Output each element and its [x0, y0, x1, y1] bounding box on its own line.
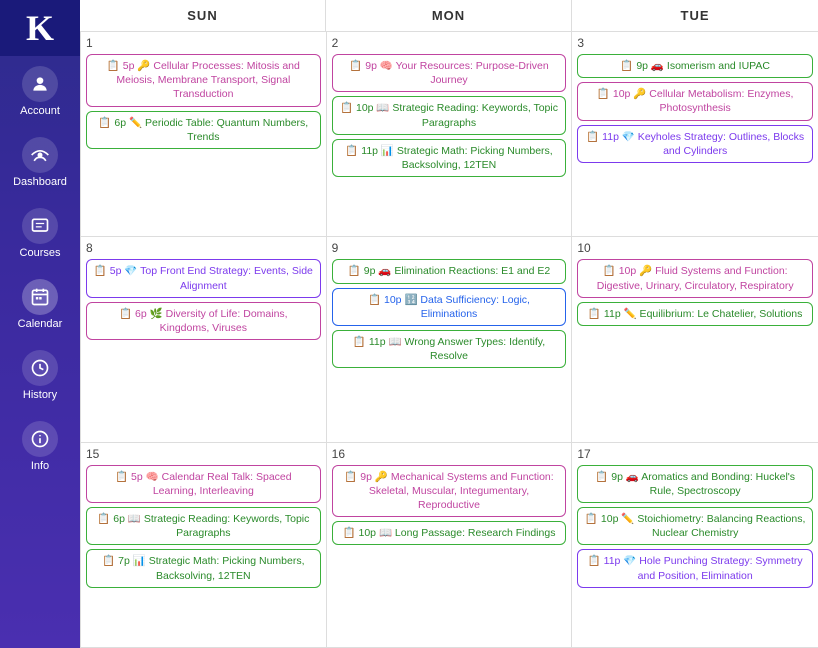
- calendar-label: Calendar: [18, 318, 63, 330]
- dashboard-icon: [22, 137, 58, 173]
- event-card-8-0[interactable]: 📋 5p 💎 Top Front End Strategy: Events, S…: [86, 259, 321, 297]
- sidebar-item-calendar[interactable]: Calendar: [0, 269, 80, 340]
- day-number-8: 8: [86, 241, 321, 255]
- calendar-header: SUN MON TUE: [80, 0, 818, 32]
- calendar-icon: [22, 279, 58, 315]
- event-card-9-2[interactable]: 📋 11p 📖 Wrong Answer Types: Identify, Re…: [332, 330, 567, 368]
- info-icon: [22, 421, 58, 457]
- event-card-2-0[interactable]: 📋 9p 🧠 Your Resources: Purpose-Driven Jo…: [332, 54, 567, 92]
- sidebar: K Account Dashboard Courses Calendar His…: [0, 0, 80, 648]
- event-card-9-1[interactable]: 📋 10p 🔢 Data Sufficiency: Logic, Elimina…: [332, 288, 567, 326]
- sidebar-item-info[interactable]: Info: [0, 411, 80, 482]
- header-sun: SUN: [80, 0, 326, 31]
- event-card-3-0[interactable]: 📋 9p 🚗 Isomerism and IUPAC: [577, 54, 813, 78]
- sidebar-item-dashboard[interactable]: Dashboard: [0, 127, 80, 198]
- event-card-8-1[interactable]: 📋 6p 🌿 Diversity of Life: Domains, Kingd…: [86, 302, 321, 340]
- event-card-15-0[interactable]: 📋 5p 🧠 Calendar Real Talk: Spaced Learni…: [86, 465, 321, 503]
- day-number-9: 9: [332, 241, 567, 255]
- day-number-1: 1: [86, 36, 321, 50]
- event-card-17-1[interactable]: 📋 10p ✏️ Stoichiometry: Balancing Reacti…: [577, 507, 813, 545]
- cal-cell-9: 9 📋 9p 🚗 Elimination Reactions: E1 and E2…: [327, 237, 573, 442]
- sidebar-item-courses[interactable]: Courses: [0, 198, 80, 269]
- day-number-3: 3: [577, 36, 813, 50]
- main-content: SUN MON TUE 1 📋 5p 🔑 Cellular Processes: …: [80, 0, 818, 648]
- cal-cell-1: 1 📋 5p 🔑 Cellular Processes: Mitosis and …: [81, 32, 327, 237]
- sidebar-item-history[interactable]: History: [0, 340, 80, 411]
- calendar-grid: 1 📋 5p 🔑 Cellular Processes: Mitosis and …: [80, 32, 818, 648]
- cal-cell-10: 10 📋 10p 🔑 Fluid Systems and Function: Di…: [572, 237, 818, 442]
- header-mon: MON: [326, 0, 572, 31]
- event-card-2-1[interactable]: 📋 10p 📖 Strategic Reading: Keywords, Top…: [332, 96, 567, 134]
- event-card-16-1[interactable]: 📋 10p 📖 Long Passage: Research Findings: [332, 521, 567, 545]
- cal-cell-16: 16 📋 9p 🔑 Mechanical Systems and Function…: [327, 443, 573, 648]
- history-icon: [22, 350, 58, 386]
- event-card-15-2[interactable]: 📋 7p 📊 Strategic Math: Picking Numbers, …: [86, 549, 321, 587]
- logo: K: [0, 0, 80, 56]
- day-number-15: 15: [86, 447, 321, 461]
- cal-cell-8: 8 📋 5p 💎 Top Front End Strategy: Events, …: [81, 237, 327, 442]
- cal-cell-17: 17 📋 9p 🚗 Aromatics and Bonding: Huckel's…: [572, 443, 818, 648]
- event-card-3-2[interactable]: 📋 11p 💎 Keyholes Strategy: Outlines, Blo…: [577, 125, 813, 163]
- account-icon: [22, 66, 58, 102]
- courses-label: Courses: [20, 247, 61, 259]
- k-logo-text: K: [26, 10, 54, 46]
- event-card-15-1[interactable]: 📋 6p 📖 Strategic Reading: Keywords, Topi…: [86, 507, 321, 545]
- account-label: Account: [20, 105, 60, 117]
- day-number-16: 16: [332, 447, 567, 461]
- info-label: Info: [31, 460, 49, 472]
- event-card-3-1[interactable]: 📋 10p 🔑 Cellular Metabolism: Enzymes, Ph…: [577, 82, 813, 120]
- header-tue: TUE: [572, 0, 818, 31]
- sidebar-item-account[interactable]: Account: [0, 56, 80, 127]
- courses-icon: [22, 208, 58, 244]
- event-card-10-1[interactable]: 📋 11p ✏️ Equilibrium: Le Chatelier, Solu…: [577, 302, 813, 326]
- event-card-2-2[interactable]: 📋 11p 📊 Strategic Math: Picking Numbers,…: [332, 139, 567, 177]
- cal-cell-2: 2 📋 9p 🧠 Your Resources: Purpose-Driven J…: [327, 32, 573, 237]
- event-card-1-0[interactable]: 📋 5p 🔑 Cellular Processes: Mitosis and M…: [86, 54, 321, 107]
- event-card-1-1[interactable]: 📋 6p ✏️ Periodic Table: Quantum Numbers,…: [86, 111, 321, 149]
- event-card-10-0[interactable]: 📋 10p 🔑 Fluid Systems and Function: Dige…: [577, 259, 813, 297]
- dashboard-label: Dashboard: [13, 176, 67, 188]
- cal-cell-3: 3 📋 9p 🚗 Isomerism and IUPAC 📋 10p 🔑 Cellu…: [572, 32, 818, 237]
- day-number-10: 10: [577, 241, 813, 255]
- event-card-16-0[interactable]: 📋 9p 🔑 Mechanical Systems and Function: …: [332, 465, 567, 518]
- event-card-17-2[interactable]: 📋 11p 💎 Hole Punching Strategy: Symmetry…: [577, 549, 813, 587]
- event-card-17-0[interactable]: 📋 9p 🚗 Aromatics and Bonding: Huckel's R…: [577, 465, 813, 503]
- day-number-17: 17: [577, 447, 813, 461]
- event-card-9-0[interactable]: 📋 9p 🚗 Elimination Reactions: E1 and E2: [332, 259, 567, 283]
- history-label: History: [23, 389, 57, 401]
- day-number-2: 2: [332, 36, 567, 50]
- cal-cell-15: 15 📋 5p 🧠 Calendar Real Talk: Spaced Lear…: [81, 443, 327, 648]
